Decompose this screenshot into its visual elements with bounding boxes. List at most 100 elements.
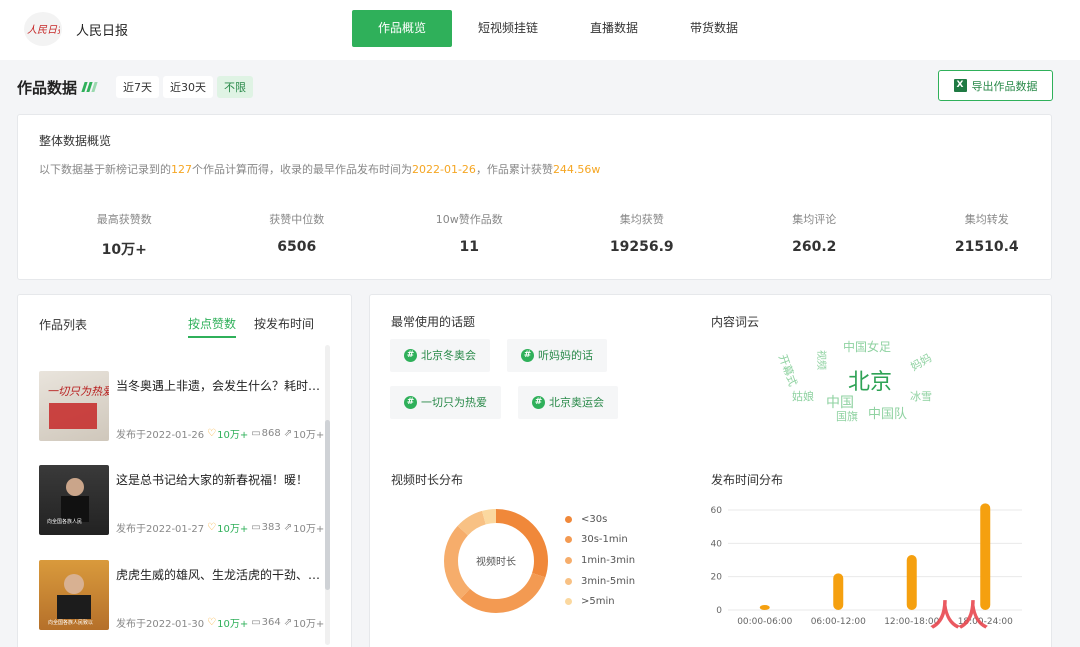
share-icon: ⇗ bbox=[283, 522, 293, 533]
excel-icon: X bbox=[953, 79, 967, 92]
comment-icon: ▭ bbox=[251, 617, 261, 628]
sort-by-time[interactable]: 按发布时间 bbox=[254, 315, 314, 338]
legend-item: 3min-5min bbox=[565, 571, 635, 592]
bar bbox=[833, 573, 844, 610]
comment-icon: ▭ bbox=[251, 428, 261, 439]
cloud-word: 中国女足 bbox=[843, 340, 892, 354]
item-meta: 发布于2022-01-27 ♡ 10万+ ▭ 383 ⇗ 10万+ bbox=[116, 522, 325, 535]
total-likes: 244.56w bbox=[552, 163, 601, 176]
cloud-word: 北京 bbox=[848, 370, 893, 395]
svg-text:向全国各族人民致以: 向全国各族人民致以 bbox=[48, 619, 93, 626]
topic-tag[interactable]: # 一切只为热爱 bbox=[390, 386, 501, 419]
svg-text:一切只为热爱: 一切只为热爱 bbox=[47, 385, 109, 398]
heart-icon: ♡ bbox=[207, 522, 217, 533]
cloud-word: 姑娘 bbox=[792, 390, 814, 403]
hashtag-icon: # bbox=[532, 396, 545, 409]
hashtag-icon: # bbox=[521, 349, 534, 362]
topic-tag[interactable]: # 北京奥运会 bbox=[518, 386, 618, 419]
tab-live-data[interactable]: 直播数据 bbox=[564, 10, 664, 47]
video-thumbnail: 向全国各族人民 bbox=[39, 465, 109, 535]
filter-unlimited[interactable]: 不限 bbox=[217, 76, 254, 98]
cloud-word: 视频 bbox=[815, 350, 826, 370]
legend-item: >5min bbox=[565, 591, 635, 612]
tab-commerce-data[interactable]: 带货数据 bbox=[664, 10, 764, 47]
publish-time-title: 发布时间分布 bbox=[711, 473, 784, 487]
heart-icon: ♡ bbox=[207, 617, 217, 628]
works-list-card: 作品列表 按点赞数 按发布时间 一切只为热爱 当冬奥遇上非遗，会发生什么？耗时…… bbox=[17, 294, 352, 647]
video-thumbnail: 一切只为热爱 bbox=[39, 371, 109, 441]
svg-text:人民日报: 人民日报 bbox=[27, 24, 60, 36]
filter-30-days[interactable]: 近30天 bbox=[163, 76, 214, 98]
works-toolbar: 作品数据 近7天 近30天 不限 bbox=[17, 76, 257, 98]
export-label: 导出作品数据 bbox=[971, 79, 1038, 93]
overview-card: 整体数据概览 以下数据基于新榜记录到的127个作品计算而得，收录的最早作品发布时… bbox=[17, 114, 1052, 280]
cloud-word: 冰雪 bbox=[910, 390, 932, 403]
export-button[interactable]: X 导出作品数据 bbox=[938, 70, 1053, 101]
donut-center-label: 视频时长 bbox=[476, 555, 516, 568]
decor-stripes-icon bbox=[81, 82, 98, 92]
account-name: 人民日报 bbox=[76, 24, 129, 39]
bar bbox=[759, 605, 770, 610]
tab-short-video-link[interactable]: 短视频挂链 bbox=[452, 10, 564, 47]
stats-row: 最高获赞数 10万+ 获赞中位数 6506 10w赞作品数 11 集均获赞 19256.… bbox=[18, 211, 1053, 259]
bar bbox=[906, 555, 917, 610]
cloud-word: 中国队 bbox=[868, 407, 908, 422]
cloud-word: 国旗 bbox=[836, 410, 858, 423]
item-date: 发布于2022-01-26 bbox=[116, 430, 205, 441]
duration-title: 视频时长分布 bbox=[391, 473, 464, 487]
list-title: 作品列表 bbox=[39, 318, 88, 332]
topic-tag[interactable]: # 北京冬奥会 bbox=[390, 339, 490, 372]
x-tick-label: 06:00-12:00 bbox=[811, 617, 866, 627]
scroll-thumb[interactable] bbox=[325, 420, 330, 590]
item-title: 当冬奥遇上非遗，会发生什么？耗时… bbox=[116, 379, 321, 393]
item-date: 发布于2022-01-30 bbox=[116, 619, 205, 630]
list-item[interactable]: 向全国各族人民致以 虎虎生威的雄风、生龙活虎的干劲、… 发布于2022-01-3… bbox=[39, 560, 324, 630]
sort-by-likes[interactable]: 按点赞数 bbox=[188, 315, 237, 338]
hashtag-icon: # bbox=[404, 396, 417, 409]
page-title: 作品数据 bbox=[17, 78, 78, 97]
stat-avg-shares: 集均转发 21510.4 bbox=[954, 213, 1019, 255]
legend-item: <30s bbox=[565, 509, 635, 530]
sort-tabs: 按点赞数 按发布时间 bbox=[188, 315, 332, 338]
legend-item: 30s-1min bbox=[565, 530, 635, 551]
item-title: 这是总书记给大家的新春祝福！暖！ bbox=[116, 473, 309, 487]
cloud-word: 开幕式 bbox=[775, 352, 800, 389]
hashtag-icon: # bbox=[404, 349, 417, 362]
x-tick-label: 00:00-06:00 bbox=[737, 617, 792, 627]
overview-title: 整体数据概览 bbox=[39, 134, 112, 148]
y-tick-label: 20 bbox=[711, 573, 723, 583]
main-tabs: 作品概览 短视频挂链 直播数据 带货数据 bbox=[352, 10, 764, 47]
item-title: 虎虎生威的雄风、生龙活虎的干劲、… bbox=[116, 568, 321, 582]
stat-median-likes: 获赞中位数 6506 bbox=[269, 213, 325, 255]
svg-text:向全国各族人民: 向全国各族人民 bbox=[47, 518, 82, 525]
earliest-date: 2022-01-26 bbox=[412, 163, 476, 176]
stat-100k-works: 10w赞作品数 11 bbox=[435, 213, 503, 255]
wordcloud-title: 内容词云 bbox=[711, 315, 760, 329]
heart-icon: ♡ bbox=[207, 428, 217, 439]
filter-7-days[interactable]: 近7天 bbox=[116, 76, 160, 98]
y-tick-label: 0 bbox=[716, 606, 722, 616]
tab-works-overview[interactable]: 作品概览 bbox=[352, 10, 453, 47]
stat-avg-comments: 集均评论 260.2 bbox=[792, 213, 837, 255]
stat-max-likes: 最高获赞数 10万+ bbox=[96, 213, 152, 258]
share-icon: ⇗ bbox=[283, 428, 293, 439]
share-icon: ⇗ bbox=[283, 617, 293, 628]
list-item[interactable]: 一切只为热爱 当冬奥遇上非遗，会发生什么？耗时… 发布于2022-01-26 ♡… bbox=[39, 371, 324, 441]
overview-description: 以下数据基于新榜记录到的127个作品计算而得，收录的最早作品发布时间为2022-… bbox=[39, 163, 601, 176]
comment-icon: ▭ bbox=[251, 522, 261, 533]
duration-legend: <30s 30s-1min 1min-3min 3min-5min >5min bbox=[565, 509, 635, 612]
list-scrollbar[interactable] bbox=[325, 345, 330, 645]
item-date: 发布于2022-01-27 bbox=[116, 524, 205, 535]
topic-tag[interactable]: # 听妈妈的话 bbox=[507, 339, 607, 372]
list-item[interactable]: 向全国各族人民 这是总书记给大家的新春祝福！暖！ 发布于2022-01-27 ♡… bbox=[39, 465, 324, 535]
stat-avg-likes: 集均获赞 19256.9 bbox=[609, 213, 674, 255]
item-meta: 发布于2022-01-30 ♡ 10万+ ▭ 364 ⇗ 10万+ bbox=[116, 617, 325, 630]
video-thumbnail: 向全国各族人民致以 bbox=[39, 560, 109, 630]
works-count: 127 bbox=[171, 163, 192, 176]
legend-item: 1min-3min bbox=[565, 550, 635, 571]
word-cloud: 中国女足 开幕式 视频 北京 妈妈 姑娘 中国 冰雪 国旗 中国队 bbox=[770, 330, 970, 430]
topics-title: 最常使用的话题 bbox=[391, 315, 476, 329]
y-tick-label: 60 bbox=[711, 506, 723, 516]
top-header: 人民日报 人民日报 作品概览 短视频挂链 直播数据 带货数据 bbox=[0, 0, 1080, 60]
watermark-logo: 人人 bbox=[930, 594, 1056, 643]
